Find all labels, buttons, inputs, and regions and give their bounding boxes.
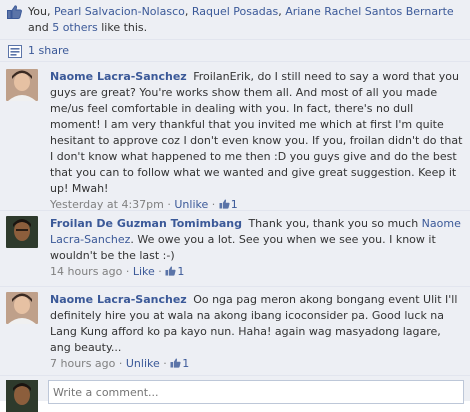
comment-text: FroilanErik, do I still need to say a wo… <box>50 70 463 195</box>
comment-composer <box>0 377 470 412</box>
likes-and: and <box>28 21 53 34</box>
unlike-button[interactable]: Unlike <box>126 357 160 370</box>
likes-prefix: You, <box>28 5 54 18</box>
comment-input[interactable] <box>48 380 464 404</box>
avatar[interactable] <box>6 292 38 324</box>
comment-timestamp[interactable]: 14 hours ago <box>50 265 122 278</box>
shares-link[interactable]: 1 share <box>28 44 69 57</box>
like-button[interactable]: Like <box>133 265 155 278</box>
avatar[interactable] <box>6 216 38 248</box>
mini-thumbs-up-icon <box>219 199 230 209</box>
comment-item: Naome Lacra-Sanchez Oo nga pag meron ako… <box>0 288 470 376</box>
likes-suffix: like this. <box>97 21 148 34</box>
avatar <box>6 380 38 412</box>
unlike-button[interactable]: Unlike <box>174 198 208 211</box>
comment-meta: 7 hours ago · Unlike · 1 <box>50 357 190 370</box>
comment-item: Froilan De Guzman Tomimbang Thank you, t… <box>0 212 470 287</box>
liker-link-1[interactable]: Pearl Salvacion-Nolasco <box>54 5 185 18</box>
comment-item: Naome Lacra-Sanchez FroilanErik, do I st… <box>0 63 470 211</box>
comment-author[interactable]: Naome Lacra-Sanchez <box>50 70 187 83</box>
liker-link-3[interactable]: Ariane Rachel Santos Bernarte <box>285 5 454 18</box>
comment-text: Thank you, thank you so much <box>248 217 422 230</box>
comment-timestamp[interactable]: Yesterday at 4:37pm <box>50 198 164 211</box>
share-icon <box>8 45 22 58</box>
comment-author[interactable]: Froilan De Guzman Tomimbang <box>50 217 242 230</box>
like-count[interactable]: 1 <box>177 265 184 278</box>
comment-meta: Yesterday at 4:37pm · Unlike · 1 <box>50 198 238 211</box>
others-link[interactable]: 5 others <box>52 21 98 34</box>
like-count[interactable]: 1 <box>182 357 189 370</box>
avatar[interactable] <box>6 69 38 101</box>
comment-author[interactable]: Naome Lacra-Sanchez <box>50 293 187 306</box>
like-count[interactable]: 1 <box>231 198 238 211</box>
share-row: 1 share <box>0 41 470 62</box>
mini-thumbs-up-icon <box>170 358 181 368</box>
comments-panel: You, Pearl Salvacion-Nolasco, Raquel Pos… <box>0 0 470 412</box>
thumbs-up-icon <box>7 5 22 19</box>
comment-meta: 14 hours ago · Like · 1 <box>50 265 185 278</box>
liker-link-2[interactable]: Raquel Posadas <box>192 5 278 18</box>
mini-thumbs-up-icon <box>165 266 176 276</box>
comment-timestamp[interactable]: 7 hours ago <box>50 357 115 370</box>
likes-separator: , <box>184 5 192 18</box>
likes-summary: You, Pearl Salvacion-Nolasco, Raquel Pos… <box>0 0 470 40</box>
